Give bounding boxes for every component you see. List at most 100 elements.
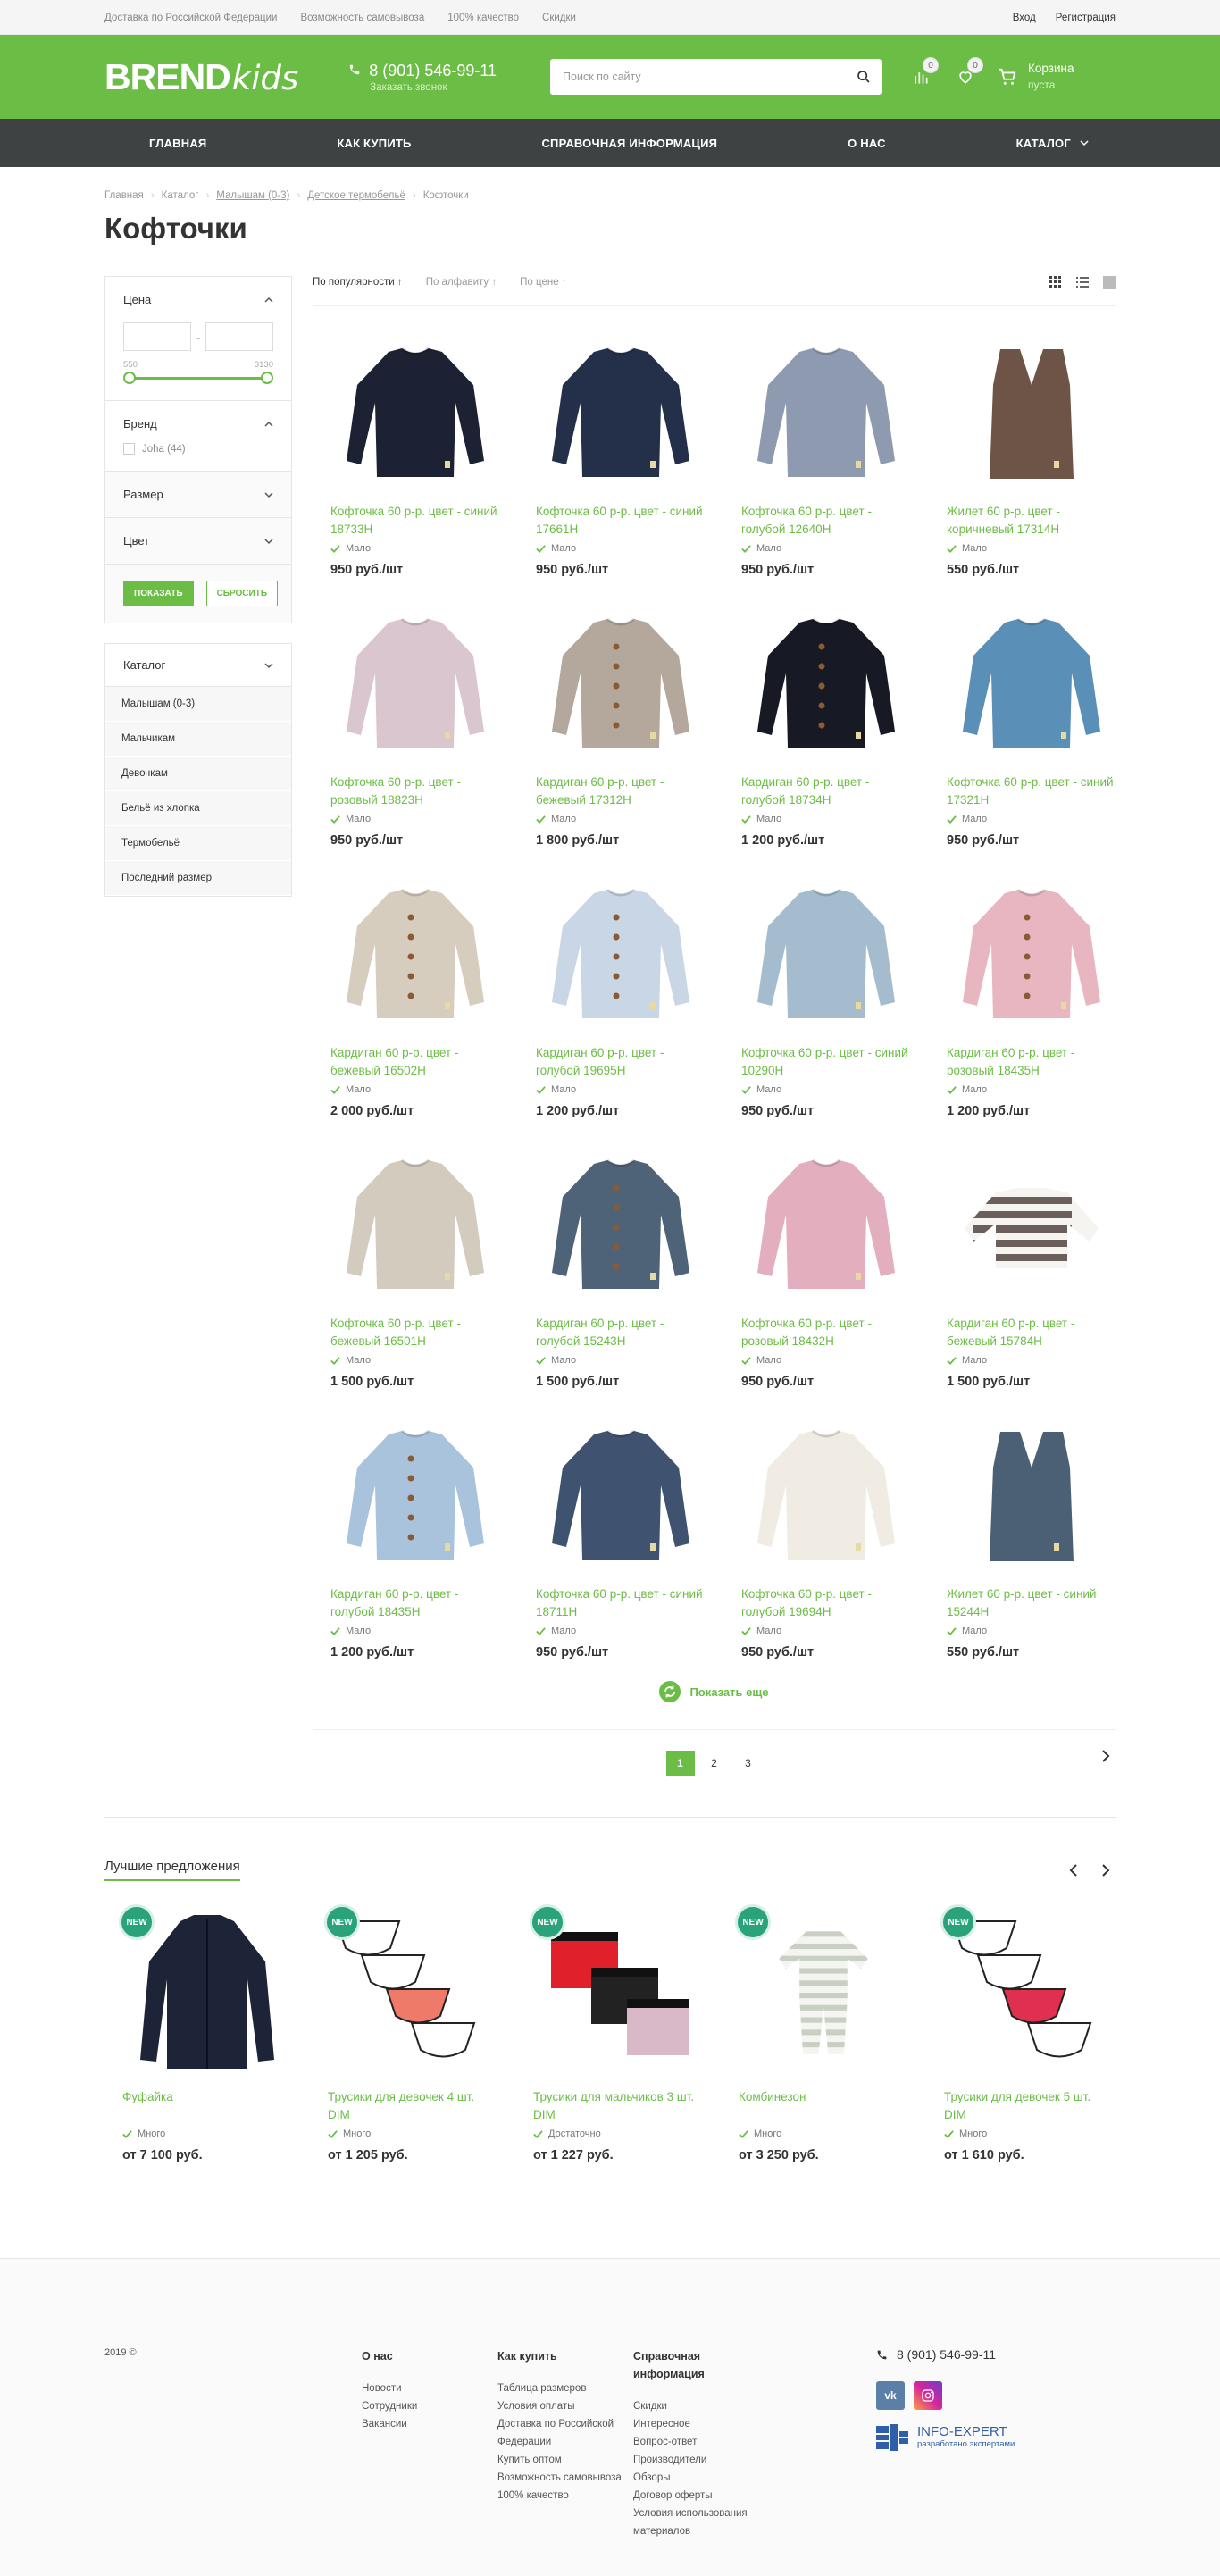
product-card[interactable]: Кофточка 60 р-р. цвет - бежевый 16501H М… xyxy=(313,1124,518,1394)
price-max-input[interactable] xyxy=(205,322,273,351)
product-card[interactable]: Кардиган 60 р-р. цвет - бежевый 17312H М… xyxy=(518,582,723,853)
developer-logo[interactable]: INFO-EXPERT разработано экспертами xyxy=(876,2424,1015,2451)
best-offer-card[interactable]: NEW Трусики для мальчиков 3 шт. DIM Дост… xyxy=(515,1901,721,2162)
product-image[interactable] xyxy=(536,322,706,501)
header-phone[interactable]: 8 (901) 546-99-11 xyxy=(369,62,497,80)
product-image[interactable] xyxy=(741,322,911,501)
filter-brand-header[interactable]: Бренд xyxy=(123,417,273,431)
footer-link[interactable]: Условия оплаты xyxy=(497,2397,633,2415)
product-name[interactable]: Жилет 60 р-р. цвет - синий 15244H xyxy=(947,1585,1116,1621)
product-name[interactable]: Кардиган 60 р-р. цвет - голубой 15243H xyxy=(536,1315,706,1351)
footer-link[interactable]: Вакансии xyxy=(362,2415,497,2433)
product-image[interactable] xyxy=(947,1405,1116,1584)
product-image[interactable] xyxy=(947,864,1116,1042)
sort-price[interactable]: По цене ↑ xyxy=(520,277,566,288)
footer-link[interactable]: Условия использования материалов xyxy=(633,2505,769,2540)
callback-link[interactable]: Заказать звонок xyxy=(370,82,497,93)
cart-button[interactable]: Корзина пуста xyxy=(998,61,1074,93)
catalog-item[interactable]: Последний размер xyxy=(105,861,291,896)
best-offer-card[interactable]: NEW Комбинезон Много от 3 250 руб. xyxy=(721,1901,926,2162)
compare-button[interactable]: 0 xyxy=(910,57,940,88)
product-card[interactable]: Кардиган 60 р-р. цвет - бежевый 16502H М… xyxy=(313,853,518,1124)
product-image[interactable] xyxy=(330,593,500,772)
product-name[interactable]: Фуфайка xyxy=(122,2088,292,2124)
breadcrumb-catalog[interactable]: Каталог xyxy=(162,190,199,201)
product-name[interactable]: Кардиган 60 р-р. цвет - голубой 18435H xyxy=(330,1585,500,1621)
product-card[interactable]: Кофточка 60 р-р. цвет - синий 17321H Мал… xyxy=(929,582,1134,853)
catalog-menu-header[interactable]: Каталог xyxy=(105,644,291,687)
product-name[interactable]: Кардиган 60 р-р. цвет - розовый 18435H xyxy=(947,1044,1116,1080)
price-min-input[interactable] xyxy=(123,322,191,351)
filter-color[interactable]: Цвет xyxy=(105,518,291,565)
catalog-item[interactable]: Девочкам xyxy=(105,757,291,791)
price-slider-min-handle[interactable] xyxy=(123,372,136,384)
product-name[interactable]: Кофточка 60 р-р. цвет - синий 10290H xyxy=(741,1044,911,1080)
product-image[interactable] xyxy=(947,322,1116,501)
reset-button[interactable]: СБРОСИТЬ xyxy=(205,581,279,606)
product-name[interactable]: Кофточка 60 р-р. цвет - голубой 12640H xyxy=(741,503,911,539)
product-card[interactable]: Кофточка 60 р-р. цвет - синий 18711H Мал… xyxy=(518,1394,723,1665)
product-name[interactable]: Кардиган 60 р-р. цвет - бежевый 16502H xyxy=(330,1044,500,1080)
product-card[interactable]: Жилет 60 р-р. цвет - коричневый 17314H М… xyxy=(929,312,1134,582)
product-card[interactable]: Кофточка 60 р-р. цвет - синий 17661H Мал… xyxy=(518,312,723,582)
product-card[interactable]: Кардиган 60 р-р. цвет - бежевый 15784H М… xyxy=(929,1124,1134,1394)
footer-phone[interactable]: 8 (901) 546-99-11 xyxy=(897,2347,996,2362)
product-image[interactable] xyxy=(330,322,500,501)
product-name[interactable]: Кофточка 60 р-р. цвет - синий 18711H xyxy=(536,1585,706,1621)
sort-popularity[interactable]: По популярности ↑ xyxy=(313,277,403,288)
footer-col-title[interactable]: Справочная информация xyxy=(633,2347,769,2383)
product-name[interactable]: Кофточка 60 р-р. цвет - синий 18733H xyxy=(330,503,500,539)
footer-link[interactable]: Скидки xyxy=(633,2397,769,2415)
top-link-pickup[interactable]: Возможность самовывоза xyxy=(300,13,424,23)
filter-price-header[interactable]: Цена xyxy=(123,293,273,306)
brand-checkbox[interactable] xyxy=(123,443,135,455)
catalog-item[interactable]: Бельё из хлопка xyxy=(105,791,291,826)
instagram-icon[interactable] xyxy=(914,2381,942,2410)
product-name[interactable]: Жилет 60 р-р. цвет - коричневый 17314H xyxy=(947,503,1116,539)
product-image[interactable] xyxy=(536,593,706,772)
product-image[interactable] xyxy=(947,593,1116,772)
breadcrumb-thermo[interactable]: Детское термобельё xyxy=(307,190,405,201)
catalog-item[interactable]: Термобельё xyxy=(105,826,291,861)
show-more-button[interactable]: Показать еще xyxy=(313,1681,1116,1702)
footer-link[interactable]: Новости xyxy=(362,2379,497,2397)
product-name[interactable]: Кофточка 60 р-р. цвет - розовый 18823H xyxy=(330,774,500,809)
product-image[interactable] xyxy=(330,1134,500,1313)
price-slider-max-handle[interactable] xyxy=(261,372,273,384)
footer-link[interactable]: Доставка по Российской Федерации xyxy=(497,2415,633,2451)
footer-link[interactable]: Производители xyxy=(633,2451,769,2469)
product-name[interactable]: Кофточка 60 р-р. цвет - синий 17321H xyxy=(947,774,1116,809)
breadcrumb-babies[interactable]: Малышам (0-3) xyxy=(216,190,289,201)
footer-col-title[interactable]: Как купить xyxy=(497,2347,633,2365)
product-name[interactable]: Комбинезон xyxy=(739,2088,908,2124)
product-name[interactable]: Кофточка 60 р-р. цвет - синий 17661H xyxy=(536,503,706,539)
table-view-icon[interactable] xyxy=(1103,275,1116,289)
product-name[interactable]: Кардиган 60 р-р. цвет - голубой 19695H xyxy=(536,1044,706,1080)
product-name[interactable]: Кардиган 60 р-р. цвет - бежевый 17312H xyxy=(536,774,706,809)
nav-item-home[interactable]: ГЛАВНАЯ xyxy=(149,137,206,150)
product-name[interactable]: Трусики для девочек 4 шт. DIM xyxy=(328,2088,497,2124)
product-card[interactable]: Кофточка 60 р-р. цвет - розовый 18823H М… xyxy=(313,582,518,853)
product-image[interactable] xyxy=(741,593,911,772)
footer-link[interactable]: Сотрудники xyxy=(362,2397,497,2415)
footer-link[interactable]: 100% качество xyxy=(497,2487,633,2505)
top-link-delivery[interactable]: Доставка по Российской Федерации xyxy=(104,13,277,23)
best-offer-card[interactable]: NEW Фуфайка Много от 7 100 руб. xyxy=(104,1901,310,2162)
product-name[interactable]: Трусики для девочек 5 шт. DIM xyxy=(944,2088,1114,2124)
product-name[interactable]: Кофточка 60 р-р. цвет - бежевый 16501H xyxy=(330,1315,500,1351)
product-card[interactable]: Кофточка 60 р-р. цвет - голубой 19694H М… xyxy=(723,1394,929,1665)
product-card[interactable]: Жилет 60 р-р. цвет - синий 15244H Мало 5… xyxy=(929,1394,1134,1665)
product-card[interactable]: Кардиган 60 р-р. цвет - голубой 18435H М… xyxy=(313,1394,518,1665)
register-link[interactable]: Регистрация xyxy=(1056,13,1116,23)
product-card[interactable]: Кардиган 60 р-р. цвет - розовый 18435H М… xyxy=(929,853,1134,1124)
search-button[interactable] xyxy=(846,59,882,95)
nav-item-how-to-buy[interactable]: КАК КУПИТЬ xyxy=(337,137,411,150)
brand-option[interactable]: Joha (44) xyxy=(123,443,273,455)
product-image[interactable] xyxy=(536,1405,706,1584)
product-image[interactable] xyxy=(741,1134,911,1313)
product-name[interactable]: Кардиган 60 р-р. цвет - голубой 18734H xyxy=(741,774,911,809)
product-image[interactable] xyxy=(536,864,706,1042)
product-image[interactable] xyxy=(947,1134,1116,1313)
product-card[interactable]: Кофточка 60 р-р. цвет - голубой 12640H М… xyxy=(723,312,929,582)
search-input[interactable]: Поиск по сайту xyxy=(550,59,882,95)
